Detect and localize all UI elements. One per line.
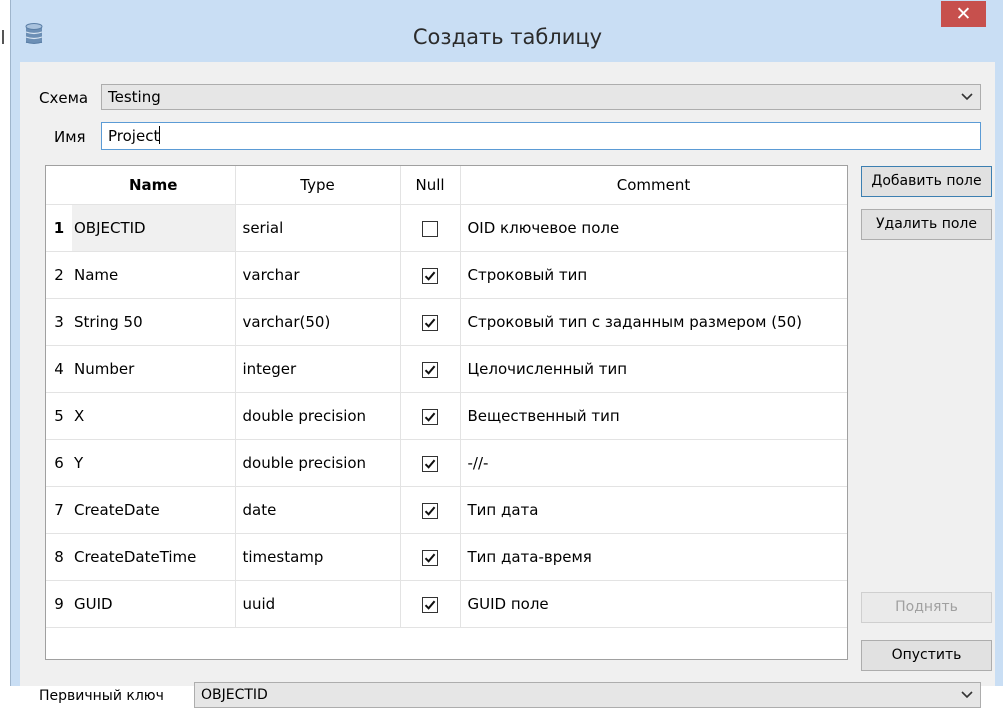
null-checkbox[interactable] [422,361,438,378]
null-checkbox[interactable] [422,314,438,331]
close-button[interactable]: ✕ [941,1,986,27]
column-header-comment[interactable]: Comment [460,166,847,205]
row-header-corner [46,166,72,205]
null-checkbox[interactable] [422,502,438,519]
move-down-button[interactable]: Опустить [861,640,992,671]
field-null-cell[interactable] [400,439,461,487]
table-row[interactable]: 8 CreateDateTime timestamp Тип дата-время [46,533,847,581]
field-type-cell[interactable]: date [235,486,401,534]
chevron-down-icon[interactable] [961,87,973,105]
null-checkbox[interactable] [422,408,438,425]
field-name-cell[interactable]: CreateDateTime [72,533,236,581]
background-mark [2,30,4,44]
table-name-value: Project [108,127,160,145]
field-null-cell[interactable] [400,251,461,299]
field-null-cell[interactable] [400,392,461,440]
schema-label: Схема [39,89,89,107]
table-row[interactable]: 7 CreateDate date Тип дата [46,486,847,534]
move-up-button[interactable]: Поднять [861,592,992,623]
background-window-edge [0,0,10,686]
dialog-body: Схема Testing Имя Project Name Type Null… [20,62,995,708]
null-checkbox[interactable] [422,220,438,237]
table-row[interactable]: 6 Ydouble precision -//- [46,439,847,487]
table-row[interactable]: 1 OBJECTID serial OID ключевое поле [46,204,847,252]
field-comment-cell[interactable]: GUID поле [460,580,847,628]
field-type-cell[interactable]: double precision [235,439,401,487]
field-type-cell[interactable]: timestamp [235,533,401,581]
field-comment-cell[interactable]: Строковый тип [460,251,847,299]
name-label: Имя [54,128,86,146]
row-number[interactable]: 5 [46,392,72,440]
create-table-dialog: Создать таблицу ✕ Схема Testing Имя Proj… [10,0,1003,708]
field-name-cell[interactable]: X [72,392,236,440]
row-number[interactable]: 9 [46,580,72,628]
null-checkbox[interactable] [422,455,438,472]
field-name-cell[interactable]: GUID [72,580,236,628]
schema-select[interactable]: Testing [101,84,981,110]
row-number[interactable]: 1 [46,204,72,252]
field-comment-cell[interactable]: Целочисленный тип [460,345,847,393]
column-header-type[interactable]: Type [235,166,401,205]
row-number[interactable]: 4 [46,345,72,393]
column-header-name[interactable]: Name [72,166,236,205]
schema-value: Testing [108,88,161,106]
field-null-cell[interactable] [400,298,461,346]
field-null-cell[interactable] [400,486,461,534]
primary-key-value: OBJECTID [201,687,268,703]
field-comment-cell[interactable]: OID ключевое поле [460,204,847,252]
field-null-cell[interactable] [400,204,461,252]
remove-field-button[interactable]: Удалить поле [861,209,992,240]
row-number[interactable]: 6 [46,439,72,487]
field-type-cell[interactable]: double precision [235,392,401,440]
header-row: Name Type Null Comment [46,166,847,205]
table-row[interactable]: 5 Xdouble precision Вещественный тип [46,392,847,440]
add-field-button[interactable]: Добавить поле [861,166,992,197]
chevron-down-icon[interactable] [961,685,973,703]
field-name-cell[interactable]: Number [72,345,236,393]
field-type-cell[interactable]: integer [235,345,401,393]
column-header-null[interactable]: Null [400,166,461,205]
primary-key-label: Первичный ключ [39,688,164,704]
field-type-cell[interactable]: varchar [235,251,401,299]
field-type-cell[interactable]: uuid [235,580,401,628]
field-name-cell[interactable]: OBJECTID [72,204,236,252]
field-name-cell[interactable]: CreateDate [72,486,236,534]
field-comment-cell[interactable]: -//- [460,439,847,487]
table-name-input[interactable]: Project [101,122,981,150]
row-number[interactable]: 7 [46,486,72,534]
row-number[interactable]: 2 [46,251,72,299]
text-caret [159,126,161,144]
field-comment-cell[interactable]: Строковый тип с заданным размером (50) [460,298,847,346]
fields-grid[interactable]: Name Type Null Comment 1 OBJECTID serial OI… [45,165,848,660]
table-row[interactable]: 3 String 50 varchar(50) Строковый тип с зад… [46,298,847,346]
row-number[interactable]: 3 [46,298,72,346]
null-checkbox[interactable] [422,267,438,284]
field-type-cell[interactable]: serial [235,204,401,252]
row-number[interactable]: 8 [46,533,72,581]
field-null-cell[interactable] [400,533,461,581]
field-name-cell[interactable]: Y [72,439,236,487]
null-checkbox[interactable] [422,596,438,613]
table-row[interactable]: 4 Number integer Целочисленный тип [46,345,847,393]
title-bar[interactable]: Создать таблицу ✕ [11,0,1003,62]
field-null-cell[interactable] [400,580,461,628]
field-type-cell[interactable]: varchar(50) [235,298,401,346]
field-comment-cell[interactable]: Вещественный тип [460,392,847,440]
field-comment-cell[interactable]: Тип дата [460,486,847,534]
field-comment-cell[interactable]: Тип дата-время [460,533,847,581]
table-row[interactable]: 9 GUID uuid GUID поле [46,580,847,628]
fields-table: Name Type Null Comment 1 OBJECTID serial OI… [46,166,847,628]
field-null-cell[interactable] [400,345,461,393]
table-row[interactable]: 2 Name varchar Строковый тип [46,251,847,299]
field-name-cell[interactable]: Name [72,251,236,299]
null-checkbox[interactable] [422,549,438,566]
field-name-cell[interactable]: String 50 [72,298,236,346]
close-icon[interactable]: ✕ [956,3,972,25]
dialog-title: Создать таблицу [412,25,603,49]
